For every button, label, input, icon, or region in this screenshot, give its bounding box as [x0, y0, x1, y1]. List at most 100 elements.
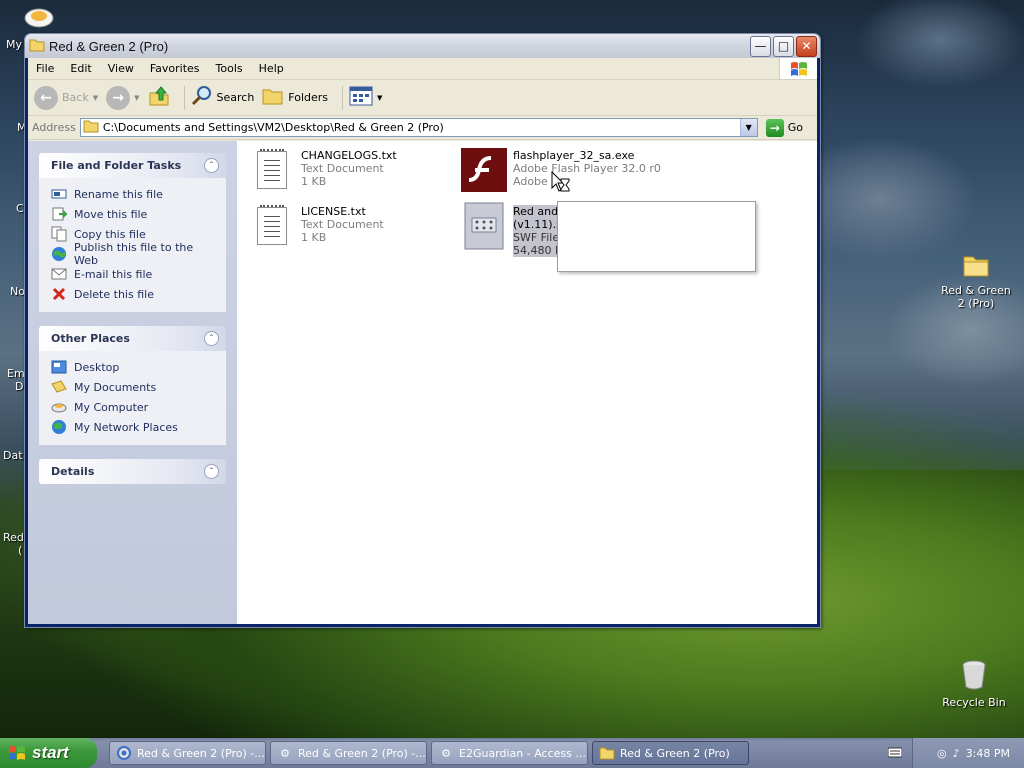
task-pane: File and Folder Tasks ˆ Rename this file…	[28, 141, 237, 624]
menu-help[interactable]: Help	[251, 62, 292, 75]
panel-header[interactable]: Other Places ˆ	[39, 326, 226, 351]
collapse-chevron-icon[interactable]: ˆ	[204, 158, 219, 173]
file-type: Adobe Flash Player 32.0 r0	[513, 162, 661, 175]
chevron-down-icon: ▼	[92, 93, 99, 102]
menu-view[interactable]: View	[100, 62, 142, 75]
task-email[interactable]: E-mail this file	[51, 264, 220, 284]
desktop-edge-label[interactable]: C	[16, 202, 24, 215]
desktop-edge-label[interactable]: Dat	[3, 449, 23, 462]
panel-title: Details	[51, 465, 95, 478]
minimize-button[interactable]: —	[750, 35, 771, 57]
desktop-edge-label[interactable]: My	[6, 38, 22, 51]
maximize-button[interactable]: □	[773, 35, 794, 57]
address-field[interactable]: C:\Documents and Settings\VM2\Desktop\Re…	[79, 118, 758, 137]
up-folder-icon	[148, 85, 170, 110]
taskbar: start Red & Green 2 (Pro) -... ⚙ Red & G…	[0, 738, 1024, 768]
file-item[interactable]: LICENSE.txt Text Document 1 KB	[249, 203, 459, 249]
desktop-icon-recycle-bin[interactable]: Recycle Bin	[934, 660, 1014, 709]
folder-icon	[29, 38, 45, 55]
network-status-icon[interactable]: ◎	[937, 747, 947, 760]
expand-chevron-icon[interactable]: ˇ	[204, 464, 219, 479]
folder-icon	[936, 252, 1016, 281]
taskbar-button-label: Red & Green 2 (Pro)	[620, 746, 730, 760]
file-name: CHANGELOGS.txt	[301, 149, 397, 162]
chevron-down-icon[interactable]: ▼	[739, 119, 757, 136]
app-icon: ⚙	[280, 746, 290, 760]
text-document-icon	[249, 203, 295, 249]
desktop-edge-label[interactable]: No	[10, 285, 25, 298]
taskbar-button[interactable]: ⚙ Red & Green 2 (Pro) -...	[270, 741, 427, 765]
menu-tools[interactable]: Tools	[208, 62, 251, 75]
desktop-edge-label[interactable]: (	[18, 544, 22, 557]
system-tray: ◎ ♪ 3:48 PM	[912, 738, 1024, 768]
toolbar-separator	[342, 85, 344, 110]
go-button[interactable]: → Go	[765, 118, 803, 137]
volume-icon[interactable]: ♪	[953, 747, 960, 760]
explorer-window: Red & Green 2 (Pro) — □ ✕ File Edit View…	[24, 33, 821, 628]
globe-icon	[51, 246, 67, 262]
file-name: flashplayer_32_sa.exe	[513, 149, 635, 162]
views-button[interactable]: ▼	[349, 86, 382, 109]
back-arrow-icon: ←	[34, 85, 58, 110]
task-label: E-mail this file	[74, 267, 153, 281]
desktop-edge-label[interactable]: D	[15, 380, 23, 393]
my-computer-icon	[51, 399, 67, 415]
windows-logo-icon	[8, 744, 26, 762]
folders-icon	[262, 86, 284, 109]
my-documents-icon	[51, 379, 67, 395]
chrome-icon	[116, 745, 132, 761]
start-button[interactable]: start	[0, 738, 97, 768]
collapse-chevron-icon[interactable]: ˆ	[204, 331, 219, 346]
drag-outline	[557, 201, 756, 272]
taskbar-button-active[interactable]: Red & Green 2 (Pro)	[592, 741, 749, 765]
file-size: 1 KB	[301, 175, 327, 188]
keyboard-icon[interactable]	[887, 746, 903, 761]
folders-button[interactable]: Folders	[262, 86, 328, 109]
task-move[interactable]: Move this file	[51, 204, 220, 224]
place-label: My Computer	[74, 400, 149, 414]
go-label: Go	[787, 121, 803, 134]
place-my-documents[interactable]: My Documents	[51, 377, 220, 397]
clock[interactable]: 3:48 PM	[966, 747, 1010, 760]
folder-icon	[83, 119, 99, 136]
place-desktop[interactable]: Desktop	[51, 357, 220, 377]
desktop-icon-folder[interactable]: Red & Green 2 (Pro)	[936, 252, 1016, 310]
taskbar-button[interactable]: Red & Green 2 (Pro) -...	[109, 741, 266, 765]
place-my-network-places[interactable]: My Network Places	[51, 417, 220, 437]
desktop-edge-label[interactable]: Em	[7, 367, 25, 380]
taskbar-button-label: E2Guardian - Access ...	[459, 746, 586, 760]
search-button[interactable]: Search	[191, 85, 254, 110]
file-type: Text Document	[301, 218, 384, 231]
window-title: Red & Green 2 (Pro)	[49, 38, 169, 54]
file-size: 1 KB	[301, 231, 327, 244]
task-publish[interactable]: Publish this file to the Web	[51, 241, 220, 267]
toolbar-separator	[183, 85, 185, 110]
file-item[interactable]: CHANGELOGS.txt Text Document 1 KB	[249, 147, 459, 193]
up-folder-button[interactable]	[148, 85, 170, 110]
task-rename[interactable]: Rename this file	[51, 184, 220, 204]
back-button[interactable]: ← Back ▼	[34, 85, 99, 110]
text-document-icon	[249, 147, 295, 193]
place-my-computer[interactable]: My Computer	[51, 397, 220, 417]
desktop-partial-icon[interactable]	[24, 6, 54, 30]
menu-favorites[interactable]: Favorites	[142, 62, 208, 75]
taskbar-button[interactable]: ⚙ E2Guardian - Access ...	[431, 741, 588, 765]
views-icon	[349, 86, 373, 109]
title-bar[interactable]: Red & Green 2 (Pro) — □ ✕	[25, 34, 820, 58]
panel-header[interactable]: File and Folder Tasks ˆ	[39, 153, 226, 178]
chevron-down-icon: ▼	[377, 93, 383, 102]
place-label: My Documents	[74, 380, 157, 394]
back-label: Back	[62, 91, 89, 104]
other-places-panel: Other Places ˆ Desktop My Documents My C…	[39, 326, 226, 445]
desktop-edge-label[interactable]: Red	[3, 531, 24, 544]
close-button[interactable]: ✕	[796, 35, 817, 57]
task-delete[interactable]: Delete this file	[51, 284, 220, 304]
menu-edit[interactable]: Edit	[62, 62, 99, 75]
place-label: My Network Places	[74, 420, 178, 434]
desktop-icon-label: Red & Green 2 (Pro)	[941, 284, 1011, 310]
minimize-icon: —	[754, 39, 767, 53]
file-item[interactable]: flashplayer_32_sa.exe Adobe Flash Player…	[461, 147, 721, 193]
forward-button[interactable]: → ▼	[106, 85, 140, 110]
panel-header[interactable]: Details ˇ	[39, 459, 226, 484]
menu-file[interactable]: File	[28, 62, 62, 75]
